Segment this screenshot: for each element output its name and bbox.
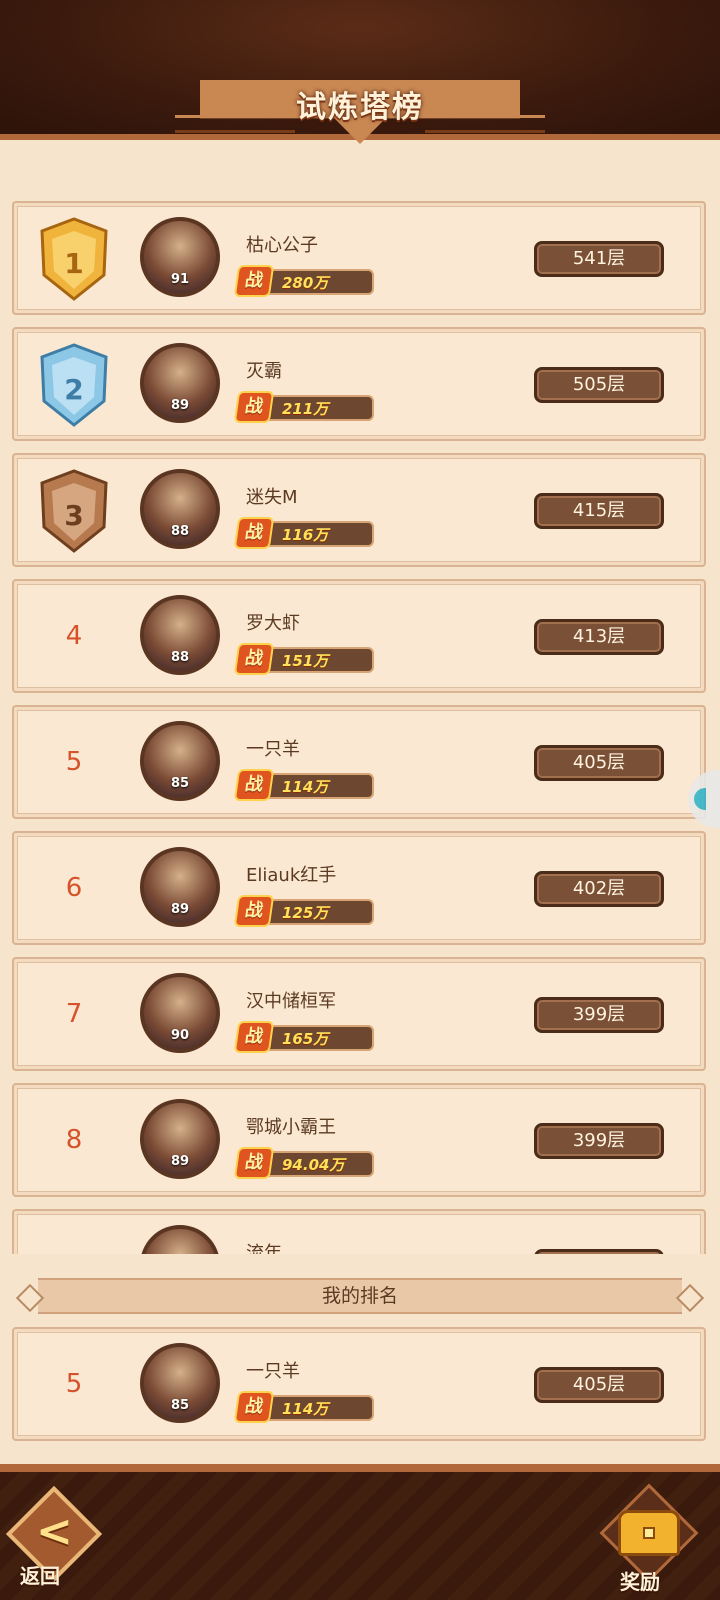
avatar[interactable]: 89	[140, 847, 220, 927]
power-badge: 211万战	[233, 391, 378, 423]
battle-icon: 战	[233, 265, 275, 297]
player-name: Eliauk红手	[246, 865, 337, 886]
battle-icon: 战	[233, 1391, 275, 1423]
player-name: 汉中储桓军	[246, 991, 336, 1012]
avatar-level: 89	[170, 398, 190, 413]
ranking-row[interactable]: 6 89 Eliauk红手 125万战 402层	[12, 831, 706, 945]
power-badge: 125万战	[233, 895, 378, 927]
avatar[interactable]: 89	[140, 1099, 220, 1179]
player-name: 罗大虾	[246, 613, 300, 634]
power-value: 114万	[282, 1400, 329, 1418]
floor-count: 399层	[534, 1123, 664, 1159]
rank-number: 7	[65, 999, 83, 1029]
ranking-list[interactable]: 1 91 枯心公子 280万战 541层 2 89 灭霸 211万战 505层 3 88 迷失M 116万…	[12, 201, 706, 1277]
ranking-row[interactable]: 3 88 迷失M 116万战 415层	[12, 453, 706, 567]
rank-medal-icon: 3	[32, 465, 116, 555]
treasure-chest-icon	[618, 1510, 680, 1556]
power-badge: 94.04万战	[233, 1147, 378, 1179]
avatar[interactable]: 88	[140, 469, 220, 549]
avatar-level: 85	[170, 1398, 190, 1413]
ranking-row[interactable]: 7 90 汉中储桓军 165万战 399层	[12, 957, 706, 1071]
power-value: 165万	[282, 1030, 329, 1048]
avatar[interactable]: 90	[140, 973, 220, 1053]
svg-text:2: 2	[64, 373, 83, 406]
avatar-level: 85	[170, 776, 190, 791]
floor-count: 399层	[534, 997, 664, 1033]
avatar-level: 88	[170, 650, 190, 665]
ranking-row[interactable]: 5 85 一只羊 114万战 405层	[12, 705, 706, 819]
player-name: 鄂城小霸王	[246, 1117, 336, 1138]
my-rank-section: 我的排名 5 85 一只羊 114万 战 405层	[0, 1254, 720, 1464]
ranking-row[interactable]: 8 89 鄂城小霸王 94.04万战 399层	[12, 1083, 706, 1197]
floor-count: 413层	[534, 619, 664, 655]
ranking-row[interactable]: 2 89 灭霸 211万战 505层	[12, 327, 706, 441]
power-badge: 151万战	[233, 643, 378, 675]
rank-number: 8	[65, 1125, 83, 1155]
page-title: 试炼塔榜	[296, 90, 424, 125]
power-badge: 280万战	[233, 265, 378, 297]
floor-count: 405层	[534, 745, 664, 781]
player-name: 灭霸	[246, 361, 282, 382]
battle-icon: 战	[233, 895, 275, 927]
avatar-level: 89	[170, 902, 190, 917]
power-badge: 114万战	[233, 769, 378, 801]
floor-count: 405层	[534, 1367, 664, 1403]
rank-medal-icon: 2	[32, 339, 116, 429]
power-value: 125万	[282, 904, 329, 922]
power-value: 211万	[282, 400, 329, 418]
power-value: 94.04万	[282, 1156, 345, 1174]
avatar[interactable]: 85	[140, 1343, 220, 1423]
svg-text:3: 3	[64, 499, 83, 532]
player-name: 一只羊	[246, 739, 300, 760]
header-bar: 试炼塔榜	[0, 0, 720, 144]
power-value: 280万	[282, 274, 329, 292]
rank-number: 4	[65, 621, 83, 651]
avatar[interactable]: 85	[140, 721, 220, 801]
floor-count: 415层	[534, 493, 664, 529]
avatar-level: 88	[170, 524, 190, 539]
rank-number: 6	[65, 873, 83, 903]
floor-count: 505层	[534, 367, 664, 403]
power-value: 114万	[282, 778, 329, 796]
battle-icon: 战	[233, 1021, 275, 1053]
ranking-row[interactable]: 4 88 罗大虾 151万战 413层	[12, 579, 706, 693]
avatar[interactable]: 91	[140, 217, 220, 297]
my-rank-row[interactable]: 5 85 一只羊 114万 战 405层	[12, 1327, 706, 1441]
rank-number: 5	[65, 1369, 83, 1399]
power-badge: 114万 战	[233, 1391, 378, 1423]
battle-icon: 战	[233, 643, 275, 675]
rank-medal-icon: 1	[32, 213, 116, 303]
avatar[interactable]: 89	[140, 343, 220, 423]
battle-icon: 战	[233, 1147, 275, 1179]
player-name: 一只羊	[246, 1361, 300, 1382]
reward-label[interactable]: 奖励	[620, 1566, 660, 1595]
avatar-level: 91	[170, 272, 190, 287]
player-name: 枯心公子	[246, 235, 318, 256]
floor-count: 541层	[534, 241, 664, 277]
power-value: 116万	[282, 526, 329, 544]
svg-text:1: 1	[64, 247, 83, 280]
rank-number: 5	[65, 747, 83, 777]
player-name: 迷失M	[246, 487, 298, 508]
ranking-row[interactable]: 1 91 枯心公子 280万战 541层	[12, 201, 706, 315]
avatar-level: 90	[170, 1028, 190, 1043]
battle-icon: 战	[233, 517, 275, 549]
avatar-level: 89	[170, 1154, 190, 1169]
power-badge: 165万战	[233, 1021, 378, 1053]
my-rank-label: 我的排名	[321, 1285, 398, 1307]
floor-count: 402层	[534, 871, 664, 907]
my-rank-banner: 我的排名	[15, 1276, 705, 1316]
battle-icon: 战	[233, 391, 275, 423]
power-value: 151万	[282, 652, 329, 670]
chevron-left-icon: <	[36, 1506, 73, 1557]
back-label[interactable]: 返回	[20, 1560, 60, 1589]
power-badge: 116万战	[233, 517, 378, 549]
avatar[interactable]: 88	[140, 595, 220, 675]
battle-icon: 战	[233, 769, 275, 801]
